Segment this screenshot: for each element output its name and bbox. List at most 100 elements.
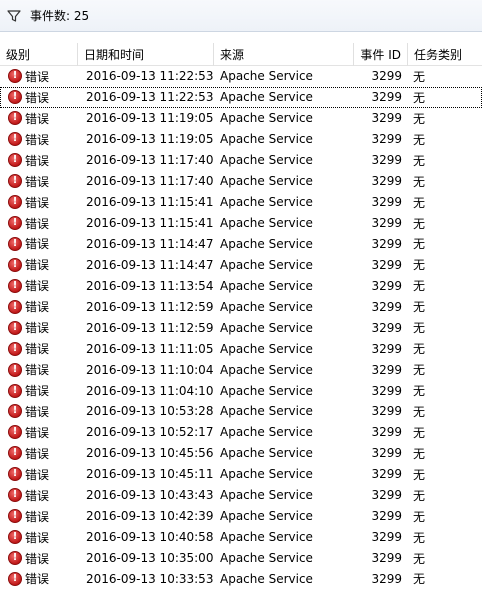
error-icon: ! xyxy=(8,236,22,251)
event-id-cell: 3299 xyxy=(371,488,402,503)
level-text: 错误 xyxy=(25,321,50,336)
level-text: 错误 xyxy=(25,425,50,440)
event-row[interactable]: ! 错误 2016-09-13 11:15:41 Apache Service 3299… xyxy=(0,213,482,234)
source-cell: Apache Service xyxy=(220,216,313,231)
source-cell: Apache Service xyxy=(220,278,313,293)
datetime-cell: 2016-09-13 11:14:47 xyxy=(86,257,214,272)
event-row[interactable]: ! 错误 2016-09-13 10:43:43 Apache Service 3299… xyxy=(0,485,482,506)
task-category-cell: 无 xyxy=(413,132,426,147)
event-row[interactable]: ! 错误 2016-09-13 10:53:28 Apache Service 3299… xyxy=(0,401,482,422)
datetime-cell: 2016-09-13 10:52:17 xyxy=(86,425,214,440)
event-id-cell: 3299 xyxy=(371,404,402,419)
event-row[interactable]: ! 错误 2016-09-13 11:04:10 Apache Service 3299… xyxy=(0,380,482,401)
datetime-cell: 2016-09-13 11:10:04 xyxy=(86,362,214,377)
event-row[interactable]: ! 错误 2016-09-13 11:12:59 Apache Service 3299… xyxy=(0,296,482,317)
error-icon: ! xyxy=(8,90,22,105)
source-cell: Apache Service xyxy=(220,69,313,84)
level-cell: ! 错误 xyxy=(0,108,78,129)
event-id-cell: 3299 xyxy=(371,509,402,524)
event-row[interactable]: ! 错误 2016-09-13 11:14:47 Apache Service 3299… xyxy=(0,234,482,255)
event-id-cell: 3299 xyxy=(371,69,402,84)
level-cell: ! 错误 xyxy=(0,296,78,317)
error-icon: ! xyxy=(8,257,22,272)
level-cell: ! 错误 xyxy=(0,464,78,485)
error-icon: ! xyxy=(8,362,22,377)
event-row[interactable]: ! 错误 2016-09-13 11:19:05 Apache Service 3299… xyxy=(0,108,482,129)
column-header-datetime[interactable]: 日期和时间 xyxy=(78,42,214,66)
event-row[interactable]: ! 错误 2016-09-13 11:11:05 Apache Service 3299… xyxy=(0,338,482,359)
event-row[interactable]: ! 错误 2016-09-13 10:40:58 Apache Service 3299… xyxy=(0,527,482,548)
source-cell: Apache Service xyxy=(220,446,313,461)
event-row[interactable]: ! 错误 2016-09-13 11:22:53 Apache Service 3299… xyxy=(0,66,482,87)
level-text: 错误 xyxy=(25,111,50,126)
event-row[interactable]: ! 错误 2016-09-13 11:10:04 Apache Service 3299… xyxy=(0,359,482,380)
level-cell: ! 错误 xyxy=(0,338,78,359)
error-icon: ! xyxy=(8,467,22,482)
datetime-cell: 2016-09-13 11:17:40 xyxy=(86,174,214,189)
datetime-cell: 2016-09-13 10:40:58 xyxy=(86,530,214,545)
task-category-cell: 无 xyxy=(413,404,426,419)
level-cell: ! 错误 xyxy=(0,527,78,548)
event-row[interactable]: ! 错误 2016-09-13 11:22:53 Apache Service 3299… xyxy=(0,86,482,108)
level-cell: ! 错误 xyxy=(0,234,78,255)
event-id-cell: 3299 xyxy=(371,132,402,147)
level-cell: ! 错误 xyxy=(0,380,78,401)
task-category-cell: 无 xyxy=(413,509,426,524)
datetime-cell: 2016-09-13 11:22:53 xyxy=(86,69,214,84)
task-category-cell: 无 xyxy=(413,488,426,503)
event-row[interactable]: ! 错误 2016-09-13 11:14:47 Apache Service 3299… xyxy=(0,254,482,275)
event-row[interactable]: ! 错误 2016-09-13 11:15:41 Apache Service 3299… xyxy=(0,192,482,213)
event-row[interactable]: ! 错误 2016-09-13 11:19:05 Apache Service 3299… xyxy=(0,129,482,150)
task-category-cell: 无 xyxy=(413,321,426,336)
event-row[interactable]: ! 错误 2016-09-13 10:45:11 Apache Service 3299… xyxy=(0,464,482,485)
level-cell: ! 错误 xyxy=(0,150,78,171)
error-icon: ! xyxy=(8,69,22,84)
event-list: 级别 日期和时间 来源 事件 ID 任务类别 ! 错误 2016-09-13 11:… xyxy=(0,42,482,590)
level-cell: ! 错误 xyxy=(0,254,78,275)
event-row[interactable]: ! 错误 2016-09-13 10:35:00 Apache Service 3299… xyxy=(0,548,482,569)
source-cell: Apache Service xyxy=(220,132,313,147)
level-text: 错误 xyxy=(25,237,50,252)
event-row[interactable]: ! 错误 2016-09-13 10:52:17 Apache Service 3299… xyxy=(0,422,482,443)
error-icon: ! xyxy=(8,530,22,545)
column-header-task-category[interactable]: 任务类别 xyxy=(408,43,482,66)
datetime-cell: 2016-09-13 11:11:05 xyxy=(86,341,214,356)
event-row[interactable]: ! 错误 2016-09-13 11:17:40 Apache Service 3299… xyxy=(0,171,482,192)
level-text: 错误 xyxy=(25,195,50,210)
source-cell: Apache Service xyxy=(220,488,313,503)
event-row[interactable]: ! 错误 2016-09-13 11:17:40 Apache Service 3299… xyxy=(0,150,482,171)
level-text: 错误 xyxy=(25,300,50,315)
source-cell: Apache Service xyxy=(220,404,313,419)
error-icon: ! xyxy=(8,111,22,126)
event-id-cell: 3299 xyxy=(371,90,402,105)
source-cell: Apache Service xyxy=(220,467,313,482)
error-icon: ! xyxy=(8,383,22,398)
event-id-cell: 3299 xyxy=(371,278,402,293)
event-id-cell: 3299 xyxy=(371,341,402,356)
task-category-cell: 无 xyxy=(413,69,426,84)
level-cell: ! 错误 xyxy=(0,317,78,338)
task-category-cell: 无 xyxy=(413,174,426,189)
task-category-cell: 无 xyxy=(413,279,426,294)
event-row[interactable]: ! 错误 2016-09-13 10:33:53 Apache Service 3299… xyxy=(0,569,482,590)
source-cell: Apache Service xyxy=(220,509,313,524)
event-row[interactable]: ! 错误 2016-09-13 10:45:56 Apache Service 3299… xyxy=(0,443,482,464)
level-cell: ! 错误 xyxy=(0,359,78,380)
event-row[interactable]: ! 错误 2016-09-13 11:13:54 Apache Service 3299… xyxy=(0,275,482,296)
event-id-cell: 3299 xyxy=(371,299,402,314)
event-id-cell: 3299 xyxy=(371,383,402,398)
error-icon: ! xyxy=(8,446,22,461)
column-header-event-id[interactable]: 事件 ID xyxy=(354,42,408,66)
event-row[interactable]: ! 错误 2016-09-13 10:42:39 Apache Service 3299… xyxy=(0,506,482,527)
level-cell: ! 错误 xyxy=(0,213,78,234)
event-row[interactable]: ! 错误 2016-09-13 11:12:59 Apache Service 3299… xyxy=(0,317,482,338)
source-cell: Apache Service xyxy=(220,362,313,377)
column-header-level[interactable]: 级别 xyxy=(0,42,78,66)
event-id-cell: 3299 xyxy=(371,174,402,189)
error-icon: ! xyxy=(8,509,22,524)
filter-funnel-icon[interactable] xyxy=(0,0,28,32)
event-id-cell: 3299 xyxy=(371,320,402,335)
column-header-source[interactable]: 来源 xyxy=(214,42,354,66)
datetime-cell: 2016-09-13 11:04:10 xyxy=(86,383,214,398)
task-category-cell: 无 xyxy=(413,551,426,566)
